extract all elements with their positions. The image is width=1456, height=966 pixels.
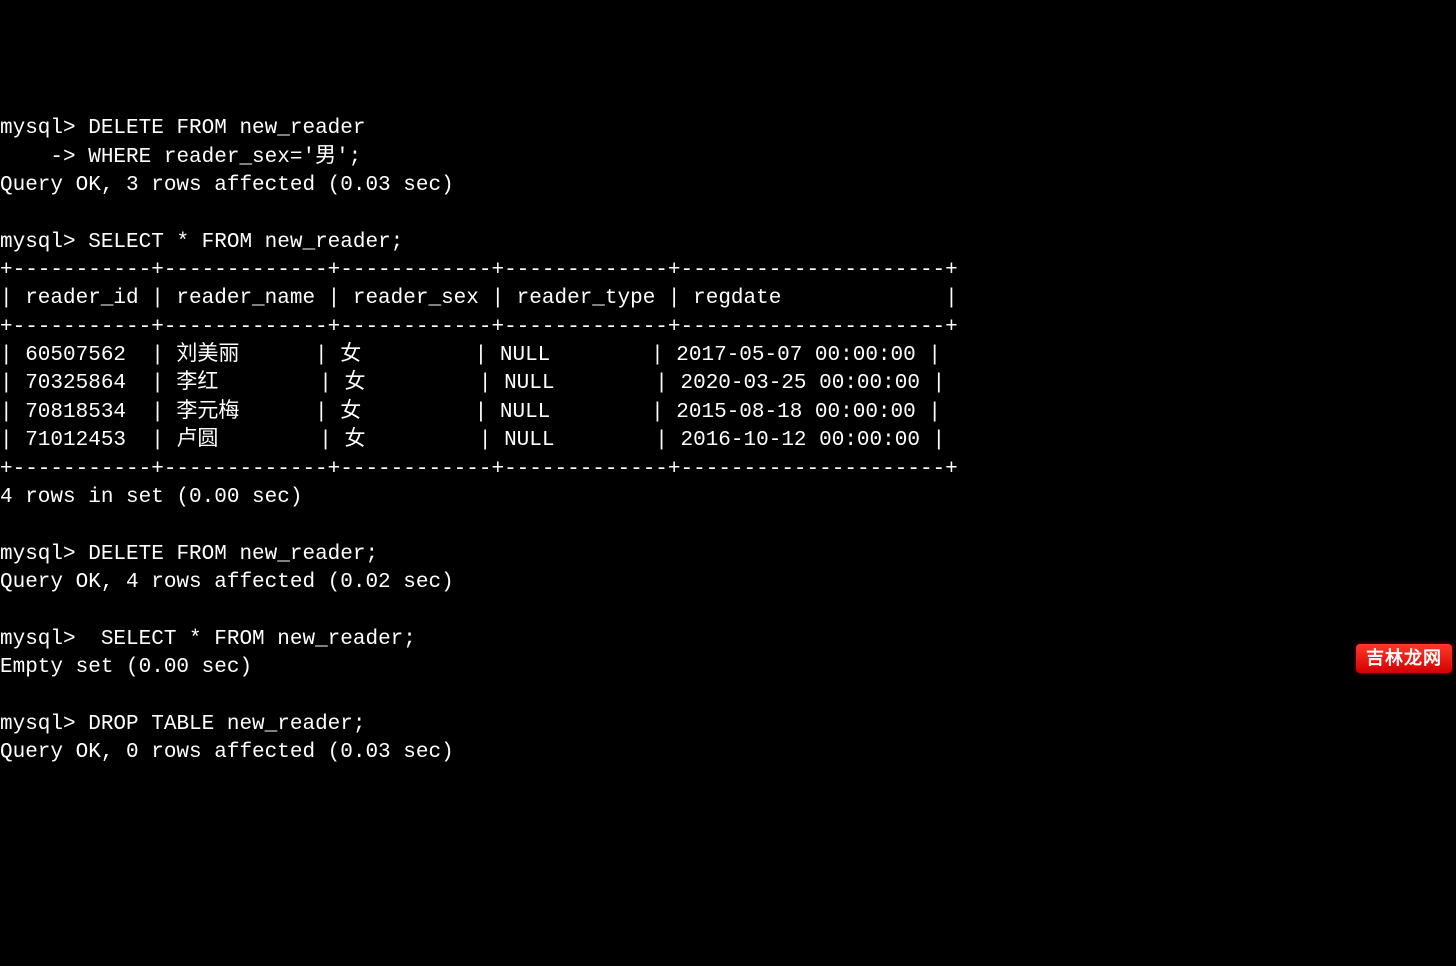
continuation-prompt: -> xyxy=(0,146,76,169)
sql-statement: SELECT * FROM new_reader; xyxy=(76,628,416,651)
prompt: mysql> xyxy=(0,117,76,140)
query-result: Query OK, 0 rows affected (0.03 sec) xyxy=(0,741,454,764)
table-header: | reader_id | reader_name | reader_sex |… xyxy=(0,287,958,310)
sql-statement: DROP TABLE new_reader; xyxy=(76,713,366,736)
table-row: | 70325864 | 李红 | 女 | NULL | 2020-03-25 … xyxy=(0,372,945,395)
table-row: | 60507562 | 刘美丽 | 女 | NULL | 2017-05-07… xyxy=(0,344,941,367)
prompt: mysql> xyxy=(0,628,76,651)
prompt: mysql> xyxy=(0,543,76,566)
sql-statement: DELETE FROM new_reader xyxy=(76,117,366,140)
table-row: | 71012453 | 卢圆 | 女 | NULL | 2016-10-12 … xyxy=(0,429,945,452)
query-result: Empty set (0.00 sec) xyxy=(0,656,252,679)
prompt: mysql> xyxy=(0,231,76,254)
query-result: Query OK, 3 rows affected (0.03 sec) xyxy=(0,174,454,197)
query-result: Query OK, 4 rows affected (0.02 sec) xyxy=(0,571,454,594)
table-row: | 70818534 | 李元梅 | 女 | NULL | 2015-08-18… xyxy=(0,401,941,424)
table-border: +-----------+-------------+------------+… xyxy=(0,259,958,282)
table-border: +-----------+-------------+------------+… xyxy=(0,316,958,339)
terminal-output[interactable]: mysql> DELETE FROM new_reader -> WHERE r… xyxy=(0,115,1456,767)
prompt: mysql> xyxy=(0,713,76,736)
sql-statement: WHERE reader_sex='男'; xyxy=(76,146,362,169)
watermark-badge: 吉林龙网 xyxy=(1356,644,1452,673)
sql-statement: SELECT * FROM new_reader; xyxy=(76,231,404,254)
query-result: 4 rows in set (0.00 sec) xyxy=(0,486,302,509)
sql-statement: DELETE FROM new_reader; xyxy=(76,543,378,566)
table-border: +-----------+-------------+------------+… xyxy=(0,458,958,481)
